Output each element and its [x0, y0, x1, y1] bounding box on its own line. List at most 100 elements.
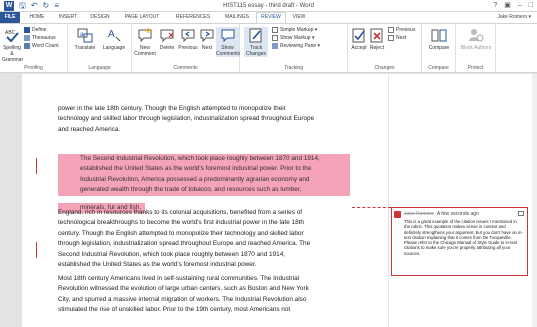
language-button[interactable]: A Language — [100, 27, 128, 51]
word-count-label: Word Count — [32, 43, 59, 49]
next-comment-label: Next — [201, 45, 213, 51]
track-changes-label: Track Changes — [245, 45, 266, 57]
change-bar — [36, 242, 37, 258]
quote-line: The Second Industrial Revolution, which … — [58, 154, 350, 165]
proofing-group-label: Proofing — [24, 65, 43, 71]
previous-change-button[interactable]: Previous — [388, 26, 415, 34]
translate-label: Translate — [74, 45, 96, 51]
reviewing-pane-button[interactable]: Reviewing Pane ▾ — [272, 42, 320, 50]
comment-header: Jake Romero A few seconds ago — [404, 211, 523, 217]
track-changes-button[interactable]: Track Changes — [244, 27, 268, 57]
ribbon: ABC Spelling & Grammar Define Thesaurus … — [0, 23, 537, 73]
next-comment-button[interactable]: Next — [199, 27, 215, 51]
previous-comment-button[interactable]: Previous — [177, 27, 199, 51]
comment-author: Jake Romero — [404, 211, 434, 217]
accept-button[interactable]: Accept — [350, 27, 368, 51]
compare-group-label: Compare — [428, 65, 449, 71]
compare-icon — [431, 29, 447, 42]
markup-pane — [388, 74, 532, 327]
block-authors-icon — [469, 29, 484, 42]
delete-comment-label: Delete — [159, 45, 175, 51]
user-account[interactable]: Jake Romero ▾ — [497, 12, 531, 23]
maximize-icon[interactable]: □ — [529, 1, 533, 11]
thesaurus-button[interactable]: Thesaurus — [24, 34, 56, 42]
comments-group: New Comment Delete Previous Next Show Co… — [132, 24, 240, 72]
svg-text:ABC: ABC — [5, 30, 16, 36]
quote-line: generated wealth through the trade of to… — [58, 185, 350, 196]
word-count-button[interactable]: Word Count — [24, 42, 59, 50]
tracking-group: Track Changes Simple Markup ▾ Show Marku… — [240, 24, 348, 72]
reject-label: Reject — [369, 45, 385, 51]
text-line: through legislation, industrialization s… — [58, 240, 311, 248]
block-authors-button[interactable]: Block Authors — [460, 27, 492, 51]
tab-references[interactable]: REFERENCES — [168, 12, 218, 23]
translate-button[interactable]: a Translate — [72, 27, 98, 51]
spelling-check-icon: ABC — [5, 30, 19, 43]
minimize-icon[interactable]: – — [518, 1, 522, 11]
next-comment-icon — [200, 29, 214, 43]
paragraph-2: England, rich in resources thanks to its… — [58, 208, 368, 270]
comment-connector — [352, 207, 391, 208]
previous-comment-icon — [181, 29, 195, 43]
compare-group: Compare Compare — [422, 24, 456, 72]
define-label: Define — [32, 27, 47, 33]
reviewing-pane-label: Reviewing Pane — [280, 43, 317, 49]
previous-change-label: Previous — [396, 27, 416, 33]
delete-comment-icon — [160, 29, 174, 43]
comment-balloon[interactable]: Jake Romero A few seconds ago This is a … — [391, 207, 528, 276]
proofing-group: ABC Spelling & Grammar Define Thesaurus … — [0, 24, 68, 72]
change-bar — [36, 158, 37, 174]
spelling-grammar-label: Spelling & Grammar — [2, 45, 24, 63]
tracking-group-label: Tracking — [284, 65, 303, 71]
word-count-icon — [24, 42, 30, 49]
markup-icon — [272, 26, 278, 33]
tab-file[interactable]: FILE — [0, 12, 20, 23]
reject-button[interactable]: Reject — [368, 27, 386, 51]
document-area: power in the late 18th century. Though t… — [0, 74, 537, 327]
window-controls: ? ▣ – □ — [493, 1, 533, 11]
changes-group-label: Changes — [374, 65, 395, 71]
new-comment-button[interactable]: New Comment — [134, 27, 156, 57]
tab-home[interactable]: HOME — [22, 12, 52, 23]
text-line: technology and skilled labor through leg… — [58, 115, 315, 123]
document-page[interactable]: power in the late 18th century. Though t… — [22, 74, 388, 327]
text-line: City, and spurred a massive internal mig… — [58, 295, 307, 303]
text-line: century. Though the English attempted to… — [58, 229, 304, 237]
spelling-grammar-button[interactable]: ABC Spelling & Grammar — [2, 27, 24, 63]
accept-icon — [352, 28, 365, 43]
tab-design[interactable]: DESIGN — [84, 12, 116, 23]
define-icon — [24, 26, 30, 33]
define-button[interactable]: Define — [24, 26, 46, 34]
tab-mailings[interactable]: MAILINGS — [218, 12, 256, 23]
comment-time: A few seconds ago — [436, 211, 479, 217]
compare-label: Compare — [428, 45, 450, 51]
quote-line: Industrial Revolution, America possessed… — [58, 174, 350, 186]
protect-group-label: Protect — [467, 65, 484, 71]
new-comment-label: New Comment — [134, 45, 156, 57]
next-change-button[interactable]: Next — [388, 34, 406, 42]
show-markup-button[interactable]: Show Markup ▾ — [272, 34, 314, 42]
ribbon-display-icon[interactable]: ▣ — [504, 1, 511, 11]
delete-comment-button[interactable]: Delete — [157, 27, 177, 51]
tab-page-layout[interactable]: PAGE LAYOUT — [116, 12, 168, 23]
next-change-label: Next — [396, 35, 407, 41]
show-markup-label: Show Markup — [280, 35, 311, 41]
svg-text:A: A — [108, 29, 115, 40]
title-bar: W 🖫 ↶ ↻ ≡ HIST115 essay - third draft - … — [0, 0, 537, 12]
translate-icon: a — [77, 28, 93, 43]
track-changes-icon — [249, 28, 262, 43]
vertical-scrollbar[interactable] — [532, 74, 537, 327]
text-line: Revolution witnessed the evolution of la… — [58, 285, 309, 293]
tab-view[interactable]: VIEW — [286, 12, 312, 23]
help-icon[interactable]: ? — [493, 1, 497, 11]
changes-group: Accept Reject Previous Next Changes — [348, 24, 422, 72]
reply-comment-icon[interactable] — [518, 211, 524, 216]
compare-button[interactable]: Compare — [424, 27, 454, 51]
simple-markup-dropdown[interactable]: Simple Markup ▾ — [272, 26, 317, 34]
comment-body[interactable]: This is a great example of the citation … — [404, 219, 523, 256]
reviewing-pane-icon — [272, 42, 278, 49]
tab-insert[interactable]: INSERT — [52, 12, 84, 23]
show-comments-button[interactable]: Show Comments — [216, 27, 240, 57]
tab-review[interactable]: REVIEW — [256, 12, 286, 23]
protect-group: Block Authors Protect — [456, 24, 496, 72]
